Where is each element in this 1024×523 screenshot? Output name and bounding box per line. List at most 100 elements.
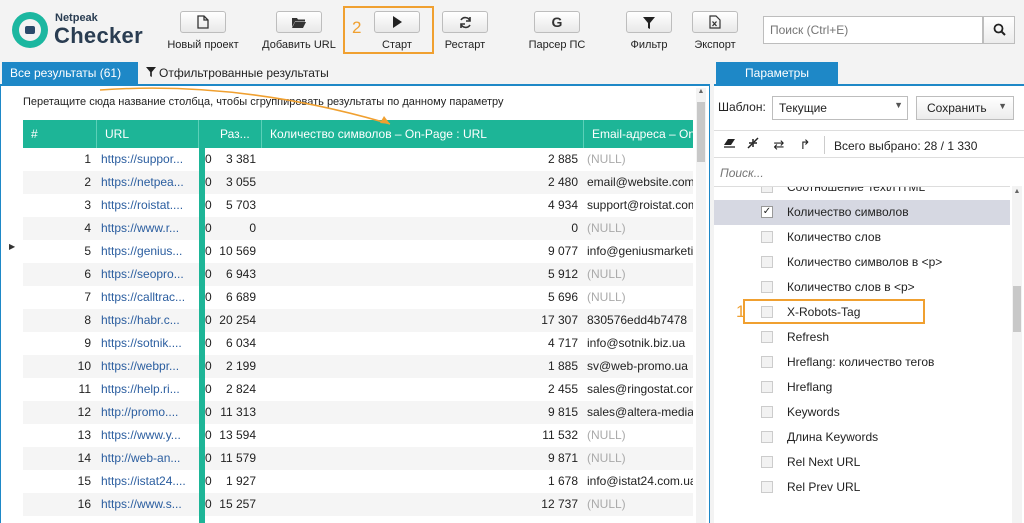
template-select[interactable]: Текущие ▼ <box>772 96 908 120</box>
checkbox-icon[interactable] <box>761 281 773 293</box>
cell-size: 2 199 <box>225 359 256 373</box>
filter-button[interactable]: Фильтр <box>626 8 672 54</box>
parameter-label: Длина Keywords <box>787 430 879 444</box>
cell-url[interactable]: https://webpr... <box>97 355 199 378</box>
col-header-char-count[interactable]: Количество символов – On-Page : URL <box>262 120 584 148</box>
cell-url[interactable]: https://www.s... <box>97 493 199 516</box>
table-row[interactable]: 10 https://webpr... 0 2 199 1 885 sv@web-prom… <box>23 355 693 378</box>
col-header-url[interactable]: URL <box>97 120 199 148</box>
col-header-email[interactable]: Email-адреса – On-Page <box>584 120 693 148</box>
eraser-icon[interactable] <box>720 136 738 154</box>
col-header-num[interactable]: # <box>23 120 97 148</box>
cell-url[interactable]: https://calltrac... <box>97 286 199 309</box>
template-value: Текущие <box>779 101 827 115</box>
cell-url[interactable]: https://suppor... <box>97 148 199 171</box>
checkbox-icon[interactable] <box>761 331 773 343</box>
template-label: Шаблон: <box>718 100 766 114</box>
search-button[interactable] <box>983 16 1015 44</box>
table-row[interactable]: 13 https://www.y... 0 13 594 11 532 (NULL) <box>23 424 693 447</box>
parameter-item[interactable]: Соотношение Text/HTML <box>714 187 1010 200</box>
forward-arrow-icon[interactable]: ↱ <box>796 136 814 154</box>
table-row[interactable]: 7 https://calltrac... 0 6 689 5 696 (NULL) <box>23 286 693 309</box>
parameter-item[interactable]: Rel Prev URL <box>714 475 1010 500</box>
parameter-item[interactable]: Refresh <box>714 325 1010 350</box>
parameter-item[interactable]: Количество символов в <p> <box>714 250 1010 275</box>
parameter-item[interactable]: Количество слов <box>714 225 1010 250</box>
cell-url[interactable]: http://promo.... <box>97 401 199 424</box>
cell-url[interactable]: https://seopro... <box>97 263 199 286</box>
results-scrollbar[interactable]: ▲ <box>696 88 706 523</box>
cell-url[interactable]: https://roistat.... <box>97 194 199 217</box>
group-by-drop-area[interactable]: Перетащите сюда название столбца, чтобы … <box>23 96 504 108</box>
filter-label: Фильтр <box>630 39 668 51</box>
table-row[interactable]: 6 https://seopro... 0 6 943 5 912 (NULL) <box>23 263 693 286</box>
tab-filtered-results[interactable]: Отфильтрованные результаты <box>140 62 335 84</box>
cell-char-count: 9 871 <box>547 451 578 465</box>
cell-url[interactable]: https://genius... <box>97 240 199 263</box>
parameters-scrollbar[interactable]: ▲ <box>1012 186 1022 523</box>
cell-url[interactable]: https://www.y... <box>97 424 199 447</box>
table-row[interactable]: 2 https://netpea... 0 3 055 2 480 email@websi… <box>23 171 693 194</box>
checkbox-icon[interactable] <box>761 356 773 368</box>
results-scrollbar-thumb[interactable] <box>697 102 705 162</box>
export-button[interactable]: Экспорт <box>692 8 738 54</box>
checkbox-icon[interactable] <box>761 481 773 493</box>
cell-num: 2 <box>84 175 91 189</box>
parameter-item[interactable]: ✓ Количество символов <box>714 200 1010 225</box>
restart-button[interactable]: Рестарт <box>442 8 488 54</box>
col-header-size[interactable]: Раз... <box>212 120 262 148</box>
parameter-item[interactable]: Hreflang: количество тегов <box>714 350 1010 375</box>
table-row[interactable]: 4 https://www.r... 0 0 0 (NULL) <box>23 217 693 240</box>
parameter-item[interactable]: Длина Keywords <box>714 425 1010 450</box>
add-url-button[interactable]: Добавить URL <box>260 8 338 54</box>
cell-url[interactable]: https://habr.c... <box>97 309 199 332</box>
table-row[interactable]: 15 https://istat24.... 0 1 927 1 678 info@ist… <box>23 470 693 493</box>
cell-url[interactable]: https://istat24.... <box>97 470 199 493</box>
frozen-column-splitter[interactable] <box>199 120 205 523</box>
parameter-label: Refresh <box>787 330 830 344</box>
cell-url[interactable]: https://netpea... <box>97 171 199 194</box>
parameter-item[interactable]: Keywords <box>714 400 1010 425</box>
cell-size: 0 <box>249 221 256 235</box>
checkbox-checked-icon[interactable]: ✓ <box>761 206 773 218</box>
table-row[interactable]: 1 https://suppor... 0 3 381 2 885 (NULL) <box>23 148 693 171</box>
save-label: Сохранить <box>927 101 987 115</box>
cell-url[interactable]: https://www.r... <box>97 217 199 240</box>
parameter-item[interactable]: Hreflang <box>714 375 1010 400</box>
checkbox-icon[interactable] <box>761 381 773 393</box>
table-row[interactable]: 11 https://help.ri... 0 2 824 2 455 sales@rin… <box>23 378 693 401</box>
parameters-scrollbar-thumb[interactable] <box>1013 286 1021 332</box>
scroll-up-arrow-icon[interactable]: ▲ <box>696 88 706 100</box>
save-template-button[interactable]: Сохранить ▼ <box>916 96 1014 120</box>
checkbox-icon[interactable] <box>761 456 773 468</box>
table-row[interactable]: 16 https://www.s... 0 15 257 12 737 (NULL) <box>23 493 693 516</box>
search-input[interactable] <box>763 16 983 44</box>
parameter-item[interactable]: Количество слов в <p> <box>714 275 1010 300</box>
table-row[interactable]: 12 http://promo.... 0 11 313 9 815 sales@alte… <box>23 401 693 424</box>
table-row[interactable]: 8 https://habr.c... 0 20 254 17 307 830576edd… <box>23 309 693 332</box>
checkbox-icon[interactable] <box>761 431 773 443</box>
table-row[interactable]: 3 https://roistat.... 0 5 703 4 934 support@r… <box>23 194 693 217</box>
serp-parser-button[interactable]: G Парсер ПС <box>526 8 588 54</box>
cell-url[interactable]: https://help.ri... <box>97 378 199 401</box>
swap-icon[interactable]: ⇄ <box>770 136 788 154</box>
table-row[interactable]: 14 http://web-an... 0 11 579 9 871 (NULL) <box>23 447 693 470</box>
new-project-button[interactable]: Новый проект <box>164 8 242 54</box>
cell-url[interactable]: http://web-an... <box>97 447 199 470</box>
parameter-item[interactable]: Rel Next URL <box>714 450 1010 475</box>
checkbox-icon[interactable] <box>761 406 773 418</box>
parameter-label: Количество символов в <p> <box>787 255 943 269</box>
collapse-icon[interactable] <box>744 136 762 154</box>
parameters-search-input[interactable] <box>720 164 1020 182</box>
cell-url[interactable]: https://sotnik.... <box>97 332 199 355</box>
scroll-up-arrow-icon[interactable]: ▲ <box>1012 188 1022 195</box>
table-row[interactable]: 9 https://sotnik.... 0 6 034 4 717 info@sotni… <box>23 332 693 355</box>
cell-email: info@istat24.com.ua <box>587 474 693 488</box>
checkbox-icon[interactable] <box>761 256 773 268</box>
tab-parameters[interactable]: Параметры <box>716 62 838 84</box>
checkbox-icon[interactable] <box>761 187 773 193</box>
tab-all-results[interactable]: Все результаты (61) <box>2 62 138 84</box>
checkbox-icon[interactable] <box>761 231 773 243</box>
cell-size: 1 927 <box>225 474 256 488</box>
table-row[interactable]: 5 https://genius... 0 10 569 9 077 info@geniu… <box>23 240 693 263</box>
